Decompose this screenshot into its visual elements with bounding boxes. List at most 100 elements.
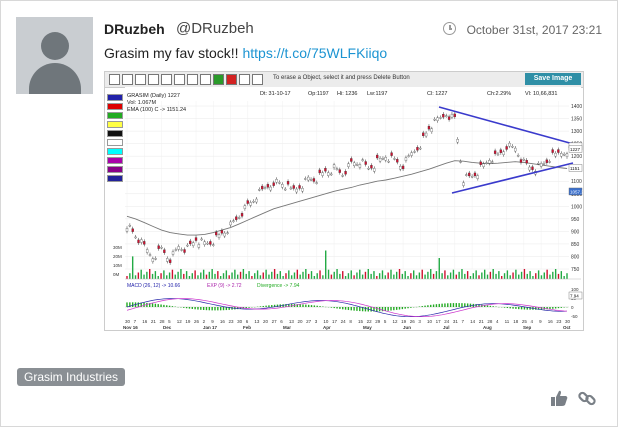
avatar[interactable] <box>16 17 93 94</box>
volume-tick-label: 20M <box>113 254 122 259</box>
volume-bar <box>214 273 216 279</box>
volume-bar <box>256 270 259 279</box>
candle-body <box>125 228 129 232</box>
divergence-bar <box>552 307 554 309</box>
divergence-bar <box>248 307 250 308</box>
volume-bar <box>370 273 372 279</box>
x-tick-label: 16 <box>548 319 554 324</box>
candle-body <box>137 239 140 244</box>
candle-body <box>439 117 442 119</box>
x-tick-label: 23 <box>229 319 235 324</box>
volume-bar <box>296 269 299 279</box>
divergence-bar <box>214 307 216 311</box>
toolbar-message: To erase a Object, select it and press D… <box>273 75 410 81</box>
volume-bar <box>325 250 327 279</box>
candle-body <box>186 244 189 247</box>
stat-vl: Vl: 10,66,831 <box>525 91 557 97</box>
month-label: Jan 17 <box>203 325 218 330</box>
user-handle[interactable]: @DRuzbeh <box>176 20 254 37</box>
volume-bar <box>330 274 333 279</box>
link-icon[interactable] <box>577 388 597 408</box>
volume-bar <box>537 270 540 279</box>
divergence-bar <box>452 303 455 307</box>
candle-body <box>508 142 511 147</box>
month-label: Nov 16 <box>123 325 138 330</box>
volume-bar <box>532 276 534 279</box>
text-tool-icon[interactable] <box>239 74 250 85</box>
month-label: May <box>363 325 372 330</box>
volume-tick-label: 0M <box>113 272 120 277</box>
candle-body <box>410 152 413 156</box>
tag-label: Grasim Industries <box>24 370 119 384</box>
volume-tick-label: 30M <box>113 245 122 250</box>
candle-body <box>131 228 134 232</box>
candle-body <box>238 217 241 219</box>
divergence-bar <box>353 307 355 311</box>
tag-grasim-industries[interactable]: Grasim Industries <box>17 368 126 386</box>
arrow-down-icon[interactable] <box>226 74 237 85</box>
volume-bar <box>305 269 307 279</box>
volume-bar <box>515 269 517 279</box>
volume-bar <box>492 269 494 279</box>
rectangle-tool-icon[interactable] <box>174 74 185 85</box>
x-tick-label: 30 <box>565 319 571 324</box>
volume-bar <box>447 275 449 279</box>
candle-body <box>350 158 353 162</box>
divergence-bar <box>390 307 392 311</box>
volume-bar <box>205 274 208 279</box>
volume-bar <box>302 271 304 279</box>
divergence-bar <box>344 307 347 310</box>
volume-bar <box>126 276 128 279</box>
display-name[interactable]: DRuzbeh <box>104 21 165 37</box>
arrow-up-icon[interactable] <box>213 74 224 85</box>
candle-body <box>401 165 405 170</box>
volume-bar <box>529 271 531 279</box>
volume-bar <box>535 273 537 279</box>
fib-tool-icon[interactable] <box>187 74 198 85</box>
vline-tool-icon[interactable] <box>161 74 172 85</box>
volume-bar <box>339 273 341 279</box>
candle-body <box>269 186 272 191</box>
volume-bar <box>299 274 301 279</box>
divergence-bar <box>211 307 213 311</box>
divergence-bar <box>523 307 526 310</box>
chart-image[interactable]: To erase a Object, select it and press D… <box>104 71 584 331</box>
candle-body <box>542 162 546 165</box>
volume-bar <box>415 275 418 279</box>
x-tick-label: 12 <box>392 319 398 324</box>
candle-body <box>465 174 468 176</box>
line-tool-icon[interactable] <box>135 74 146 85</box>
x-tick-label: 31 <box>453 319 459 324</box>
volume-bar <box>359 269 361 279</box>
y-tick-label: 750 <box>571 267 580 273</box>
post-link[interactable]: https://t.co/75WLFKiiqo <box>242 45 387 61</box>
save-image-button[interactable]: Save Image <box>525 73 581 85</box>
x-tick-label: 30 <box>125 319 131 324</box>
volume-bar <box>168 272 171 279</box>
volume-bar <box>268 274 270 279</box>
volume-bar <box>435 271 438 279</box>
timestamp[interactable]: October 31st, 2017 23:21 <box>467 23 602 37</box>
candle-body <box>519 159 523 163</box>
pointer-tool-icon[interactable] <box>109 74 120 85</box>
x-tick-label: 27 <box>272 319 278 324</box>
volume-bar <box>271 271 273 279</box>
candle-body <box>177 246 180 250</box>
volume-bar <box>160 273 162 279</box>
divergence-bar <box>461 303 463 307</box>
move-tool-icon[interactable] <box>122 74 133 85</box>
divergence-bar <box>168 305 171 307</box>
candle-body <box>246 200 249 204</box>
hline-tool-icon[interactable] <box>148 74 159 85</box>
thumbs-up-icon[interactable] <box>549 388 569 408</box>
divergence-bar <box>194 307 196 310</box>
volume-bar <box>455 274 457 279</box>
volume-bar <box>208 271 211 279</box>
divergence-bar <box>160 304 162 307</box>
pencil-tool-icon[interactable] <box>200 74 211 85</box>
menu-icon[interactable] <box>252 74 263 85</box>
volume-bar <box>143 274 145 279</box>
volume-bar <box>393 274 395 279</box>
macd-marker-label: 7.94 <box>570 294 579 299</box>
candle-body <box>284 188 287 191</box>
